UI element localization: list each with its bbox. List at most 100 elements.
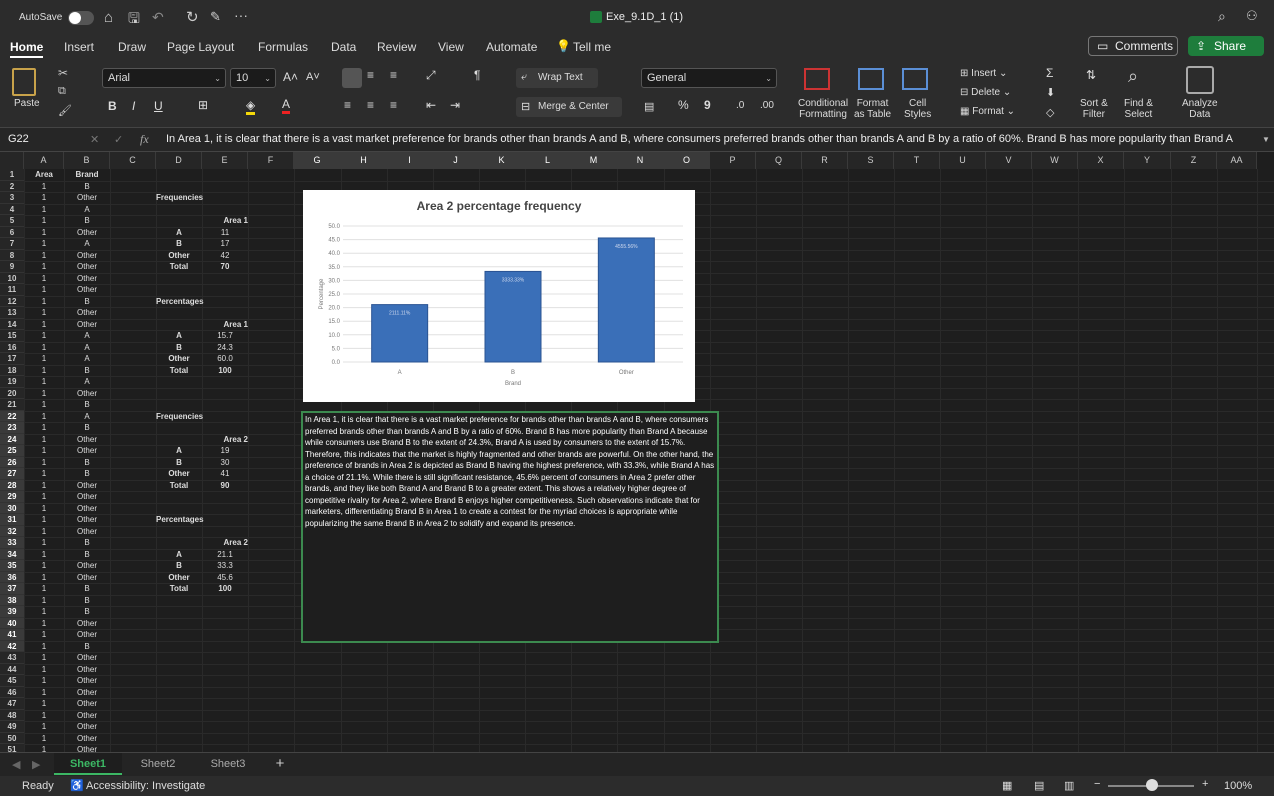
cancel-icon[interactable]: ✕ — [90, 133, 99, 146]
currency-icon[interactable]: ▤ — [644, 100, 654, 113]
tab-page-layout[interactable]: Page Layout — [167, 40, 234, 54]
cell[interactable]: Other — [64, 261, 110, 273]
cell[interactable]: Other — [64, 698, 110, 710]
find-select-label[interactable]: Find & Select — [1124, 98, 1153, 120]
home-icon[interactable]: ⌂ — [104, 9, 113, 26]
cell[interactable]: B — [64, 215, 110, 227]
cell[interactable]: Area — [24, 169, 64, 181]
row-header[interactable]: 49 — [0, 721, 24, 733]
decrease-indent-icon[interactable]: ⇤ — [426, 98, 436, 112]
row-header[interactable]: 36 — [0, 571, 24, 583]
cell[interactable]: B — [156, 238, 202, 250]
cell[interactable]: Other — [64, 675, 110, 687]
row-header[interactable]: 50 — [0, 732, 24, 744]
fill-color-icon[interactable]: ◈ — [246, 98, 256, 115]
cell[interactable]: B — [64, 606, 110, 618]
column-header[interactable]: Q — [756, 152, 802, 169]
cell[interactable]: B — [64, 365, 110, 377]
align-left-icon[interactable]: ≡ — [344, 98, 351, 112]
cell[interactable]: B — [156, 342, 202, 354]
row-header[interactable]: 4 — [0, 203, 24, 215]
next-sheet-icon[interactable]: ▶ — [32, 758, 40, 771]
cell[interactable]: 100 — [202, 583, 248, 595]
cell[interactable]: B — [156, 457, 202, 469]
row-header[interactable]: 35 — [0, 560, 24, 572]
cell[interactable]: Percentages — [156, 296, 204, 308]
row-header[interactable]: 16 — [0, 341, 24, 353]
worksheet-grid[interactable]: A B C D E F G H I J K L M N O P Q R S T U V W X Y Z AA 1 2 3 4 5 6 7 8 9 10… — [0, 152, 1274, 752]
cell[interactable]: Percentages — [156, 514, 204, 526]
format-cells-button[interactable]: ▦ Format ⌄ — [960, 106, 1015, 117]
cell[interactable]: 1 — [24, 319, 64, 331]
cell[interactable]: 1 — [24, 537, 64, 549]
format-table-icon[interactable] — [858, 68, 884, 90]
tab-automate[interactable]: Automate — [486, 40, 537, 54]
cell-styles-icon[interactable] — [902, 68, 928, 90]
cell[interactable]: Other — [64, 721, 110, 733]
row-header[interactable]: 18 — [0, 364, 24, 376]
cell[interactable]: Other — [64, 192, 110, 204]
cell[interactable]: 1 — [24, 560, 64, 572]
more-icon[interactable]: ··· — [234, 7, 248, 23]
row-header[interactable]: 5 — [0, 215, 24, 227]
cell[interactable]: 1 — [24, 721, 64, 733]
cell[interactable]: B — [64, 595, 110, 607]
sheet-tab-2[interactable]: Sheet2 — [124, 753, 192, 775]
cell[interactable]: A — [156, 549, 202, 561]
cell[interactable]: 19 — [202, 445, 248, 457]
cell[interactable]: A — [156, 330, 202, 342]
rtl-icon[interactable]: ¶ — [474, 68, 480, 82]
row-header[interactable]: 14 — [0, 318, 24, 330]
cell[interactable]: Other — [64, 307, 110, 319]
tab-view[interactable]: View — [438, 40, 464, 54]
cell[interactable]: 1 — [24, 652, 64, 664]
share-button[interactable]: ⇪ Share — [1188, 36, 1264, 56]
font-name-select[interactable]: Arial ⌄ — [102, 68, 226, 88]
cell[interactable]: 1 — [24, 514, 64, 526]
cell[interactable]: 90 — [202, 480, 248, 492]
column-header[interactable]: G — [294, 152, 341, 169]
cell[interactable]: 1 — [24, 491, 64, 503]
cell[interactable]: 1 — [24, 399, 64, 411]
clear-icon[interactable]: ◇ — [1046, 106, 1054, 119]
column-header[interactable]: E — [202, 152, 248, 169]
cell[interactable]: Other — [64, 664, 110, 676]
bar-chart[interactable]: Area 2 percentage frequency 0.0 5.0 10.0 15.… — [303, 190, 695, 402]
row-header[interactable]: 2 — [0, 180, 24, 192]
column-header[interactable]: Y — [1124, 152, 1171, 169]
cut-icon[interactable]: ✂ — [58, 66, 68, 80]
cell[interactable]: A — [64, 353, 110, 365]
italic-button[interactable]: I — [132, 99, 135, 113]
row-header[interactable]: 7 — [0, 238, 24, 250]
cell[interactable]: 1 — [24, 583, 64, 595]
cell[interactable]: B — [64, 549, 110, 561]
autosave-toggle[interactable] — [68, 11, 94, 25]
cell[interactable]: 1 — [24, 284, 64, 296]
column-header[interactable]: W — [1032, 152, 1078, 169]
cell[interactable]: B — [64, 537, 110, 549]
row-header[interactable]: 26 — [0, 456, 24, 468]
cell[interactable]: Area 2 — [202, 537, 248, 549]
column-header[interactable]: N — [617, 152, 664, 169]
cell[interactable]: 1 — [24, 549, 64, 561]
column-header[interactable]: X — [1078, 152, 1124, 169]
cell[interactable]: Other — [64, 445, 110, 457]
row-header[interactable]: 3 — [0, 192, 24, 204]
cell[interactable]: 1 — [24, 503, 64, 515]
analyze-data-icon[interactable] — [1186, 66, 1214, 94]
cell[interactable]: Area 2 — [202, 434, 248, 446]
column-header[interactable]: C — [110, 152, 156, 169]
cell[interactable]: 1 — [24, 376, 64, 388]
cell[interactable]: 1 — [24, 468, 64, 480]
row-header[interactable]: 40 — [0, 617, 24, 629]
row-header[interactable]: 22 — [0, 410, 24, 422]
cell[interactable]: 1 — [24, 204, 64, 216]
formula-input[interactable]: In Area 1, it is clear that there is a v… — [166, 133, 1256, 145]
row-header[interactable]: 43 — [0, 652, 24, 664]
cell[interactable]: 1 — [24, 606, 64, 618]
cell[interactable]: B — [64, 583, 110, 595]
cell[interactable]: 15.7 — [202, 330, 248, 342]
column-header[interactable]: U — [940, 152, 986, 169]
cell[interactable]: Other — [64, 710, 110, 722]
cell[interactable]: 1 — [24, 307, 64, 319]
